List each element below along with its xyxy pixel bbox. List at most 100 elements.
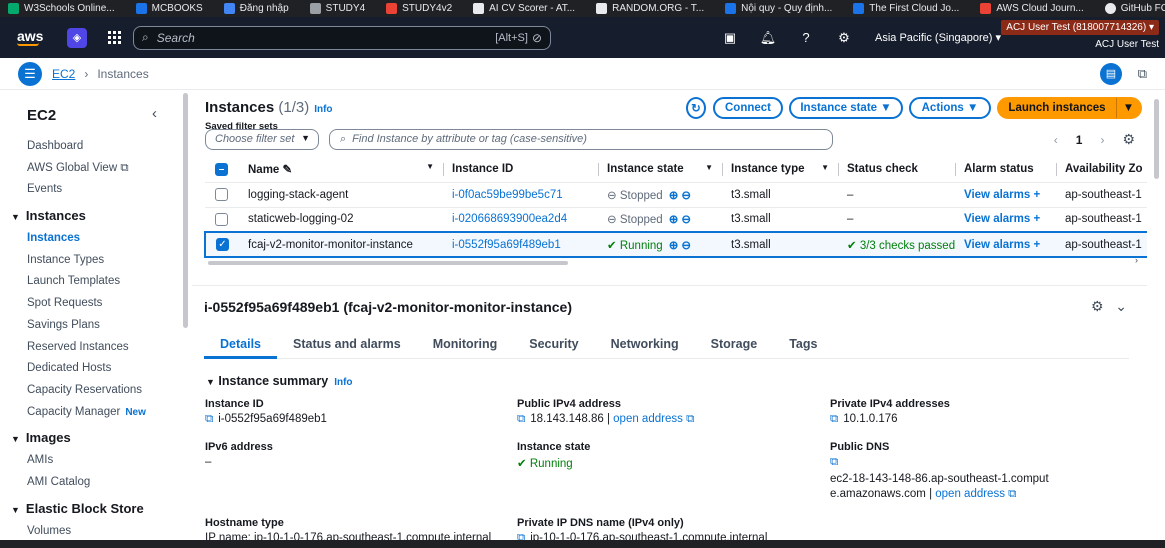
sidebar-scrollbar[interactable] <box>183 93 188 328</box>
bookmark-github[interactable]: GitHub FCAJ <box>1097 3 1165 14</box>
zoom-in-icon[interactable]: ⊕ <box>669 190 679 202</box>
zoom-in-icon[interactable]: ⊕ <box>669 214 679 226</box>
aws-logo[interactable]: aws <box>17 29 45 46</box>
sidebar-item-savings-plans[interactable]: Savings Plans <box>0 315 180 337</box>
saved-filter-select[interactable]: Choose filter set ▼ <box>205 129 319 150</box>
column-alarm-status[interactable]: Alarm status <box>956 157 1057 183</box>
launch-dropdown-button[interactable]: ▼ <box>1116 97 1142 119</box>
bookmark-login[interactable]: Đăng nhập <box>216 3 302 14</box>
info-link[interactable]: Info <box>334 377 352 388</box>
actions-button[interactable]: Actions ▼ <box>909 97 991 119</box>
zoom-out-icon[interactable]: ⊖ <box>681 240 691 252</box>
sidebar-item-reserved-instances[interactable]: Reserved Instances <box>0 337 180 359</box>
column-availability-zone[interactable]: Availability Zo <box>1057 157 1147 183</box>
bell-icon[interactable]: 🔔︎ <box>749 30 787 46</box>
prev-page-icon[interactable]: ‹ <box>1054 133 1058 147</box>
zoom-out-icon[interactable]: ⊖ <box>681 190 691 202</box>
table-row-selected[interactable]: ✓ fcaj-v2-monitor-monitor-instance i-055… <box>204 231 1147 258</box>
sidebar-section-ebs[interactable]: ▼ Elastic Block Store <box>0 497 180 521</box>
zoom-in-icon[interactable]: ⊕ <box>669 240 679 252</box>
bookmark-mcbooks[interactable]: MCBOOKS <box>128 3 216 14</box>
bookmark-ai-cv[interactable]: AI CV Scorer - AT... <box>465 3 588 14</box>
table-settings-icon[interactable]: ⚙ <box>1122 131 1135 148</box>
cloudshell-icon[interactable]: ▣ <box>711 30 749 46</box>
info-link[interactable]: Info <box>314 104 332 115</box>
gear-icon[interactable]: ⚙ <box>825 30 863 46</box>
settings-icon[interactable]: ⚙ <box>1091 298 1104 314</box>
copy-icon[interactable]: ⧉ <box>830 413 838 425</box>
sidebar-item-launch-templates[interactable]: Launch Templates <box>0 271 180 293</box>
search-input[interactable]: Search <box>157 31 495 45</box>
scroll-right-icon[interactable]: › <box>1135 255 1138 265</box>
main-scrollbar[interactable] <box>1149 91 1165 548</box>
open-address-link[interactable]: open address <box>935 488 1005 500</box>
instance-summary-header[interactable]: ▼ Instance summary Info <box>206 374 353 388</box>
panel-icon[interactable]: ▤ <box>1100 62 1122 85</box>
chevron-down-icon[interactable]: ⌄ <box>1115 298 1127 314</box>
row-checkbox[interactable]: ✓ <box>216 238 229 251</box>
instance-id-link[interactable]: i-0552f95a69f489eb1 <box>452 239 561 251</box>
copy-icon[interactable]: ⧉ <box>517 413 525 425</box>
scroll-thumb[interactable] <box>1154 99 1159 179</box>
bookmark-rules[interactable]: Nội quy - Quy định... <box>717 3 845 14</box>
tab-networking[interactable]: Networking <box>595 331 695 359</box>
sidebar-item-capacity-manager[interactable]: Capacity Manager New <box>0 402 180 424</box>
column-status-check[interactable]: Status check <box>839 157 956 183</box>
tab-status-alarms[interactable]: Status and alarms <box>277 331 417 359</box>
bookmark-aws-journey[interactable]: AWS Cloud Journ... <box>972 3 1096 14</box>
add-alarm-icon[interactable]: + <box>1033 239 1040 251</box>
sidebar-section-images[interactable]: ▼ Images <box>0 426 180 450</box>
connect-button[interactable]: Connect <box>713 97 783 119</box>
region-selector[interactable]: Asia Pacific (Singapore) ▾ <box>875 31 1001 44</box>
column-name[interactable]: Name ✎ ▼ <box>240 157 444 183</box>
find-instance-input[interactable]: ⌕ Find Instance by attribute or tag (case… <box>329 129 833 150</box>
view-alarms-link[interactable]: View alarms <box>964 239 1030 251</box>
copy-icon[interactable]: ⧉ <box>830 456 838 468</box>
instance-id-link[interactable]: i-020668693900ea2d4 <box>452 213 567 225</box>
global-search[interactable]: ⌕ Search [Alt+S] ⊘ <box>133 25 551 50</box>
sidebar-item-spot-requests[interactable]: Spot Requests <box>0 293 180 315</box>
account-menu[interactable]: ACJ User Test (818007714326) ▾ ACJ User … <box>1001 19 1159 50</box>
sidebar-item-global-view[interactable]: AWS Global View ⧉ <box>0 158 180 180</box>
sidebar-item-capacity-reservations[interactable]: Capacity Reservations <box>0 380 180 402</box>
view-alarms-link[interactable]: View alarms <box>964 213 1030 225</box>
column-instance-state[interactable]: Instance state ▼ <box>599 157 723 183</box>
next-page-icon[interactable]: › <box>1100 133 1104 147</box>
sidebar-item-instance-types[interactable]: Instance Types <box>0 250 180 272</box>
column-instance-type[interactable]: Instance type ▼ <box>723 157 839 183</box>
column-instance-id[interactable]: Instance ID <box>444 157 599 183</box>
zoom-out-icon[interactable]: ⊖ <box>681 214 691 226</box>
sidebar-item-dedicated-hosts[interactable]: Dedicated Hosts <box>0 358 180 380</box>
bookmark-random-org[interactable]: RANDOM.ORG - T... <box>588 3 717 14</box>
page-number[interactable]: 1 <box>1076 133 1083 147</box>
sidebar-item-amis[interactable]: AMIs <box>0 450 180 472</box>
sidebar-section-instances[interactable]: ▼ Instances <box>0 204 180 228</box>
table-row[interactable]: staticweb-logging-02 i-020668693900ea2d4… <box>205 207 1147 233</box>
notifications-panel-icon[interactable]: ⧉ <box>1138 66 1147 82</box>
services-grid-icon[interactable] <box>108 31 121 44</box>
scroll-thumb[interactable] <box>208 261 568 265</box>
tab-storage[interactable]: Storage <box>695 331 774 359</box>
add-alarm-icon[interactable]: + <box>1033 189 1040 201</box>
sidebar-item-events[interactable]: Events <box>0 179 180 201</box>
tab-security[interactable]: Security <box>513 331 594 359</box>
collapse-icon[interactable]: ‹ <box>152 105 157 122</box>
clear-icon[interactable]: ⊘ <box>532 31 542 45</box>
table-horizontal-scrollbar[interactable]: › <box>208 255 1138 265</box>
sidebar-item-dashboard[interactable]: Dashboard <box>0 136 180 158</box>
open-address-link[interactable]: open address <box>613 413 683 425</box>
instance-state-button[interactable]: Instance state ▼ <box>789 97 903 119</box>
instance-id-link[interactable]: i-0f0ac59be99be5c71 <box>452 189 563 201</box>
tab-details[interactable]: Details <box>204 331 277 359</box>
bookmark-study4[interactable]: STUDY4 <box>302 3 378 14</box>
sidebar-item-instances[interactable]: Instances <box>0 228 180 250</box>
bookmark-study4v2[interactable]: STUDY4v2 <box>378 3 465 14</box>
bookmark-w3schools[interactable]: W3Schools Online... <box>0 3 128 14</box>
table-row[interactable]: logging-stack-agent i-0f0ac59be99be5c71 … <box>205 182 1147 208</box>
add-alarm-icon[interactable]: + <box>1033 213 1040 225</box>
launch-instances-button[interactable]: Launch instances <box>997 97 1117 119</box>
breadcrumb-ec2[interactable]: EC2 <box>52 67 75 81</box>
row-checkbox[interactable] <box>215 212 228 226</box>
amazon-q-icon[interactable]: ◈ <box>67 27 87 48</box>
bookmark-cloud-journey[interactable]: The First Cloud Jo... <box>845 3 972 14</box>
